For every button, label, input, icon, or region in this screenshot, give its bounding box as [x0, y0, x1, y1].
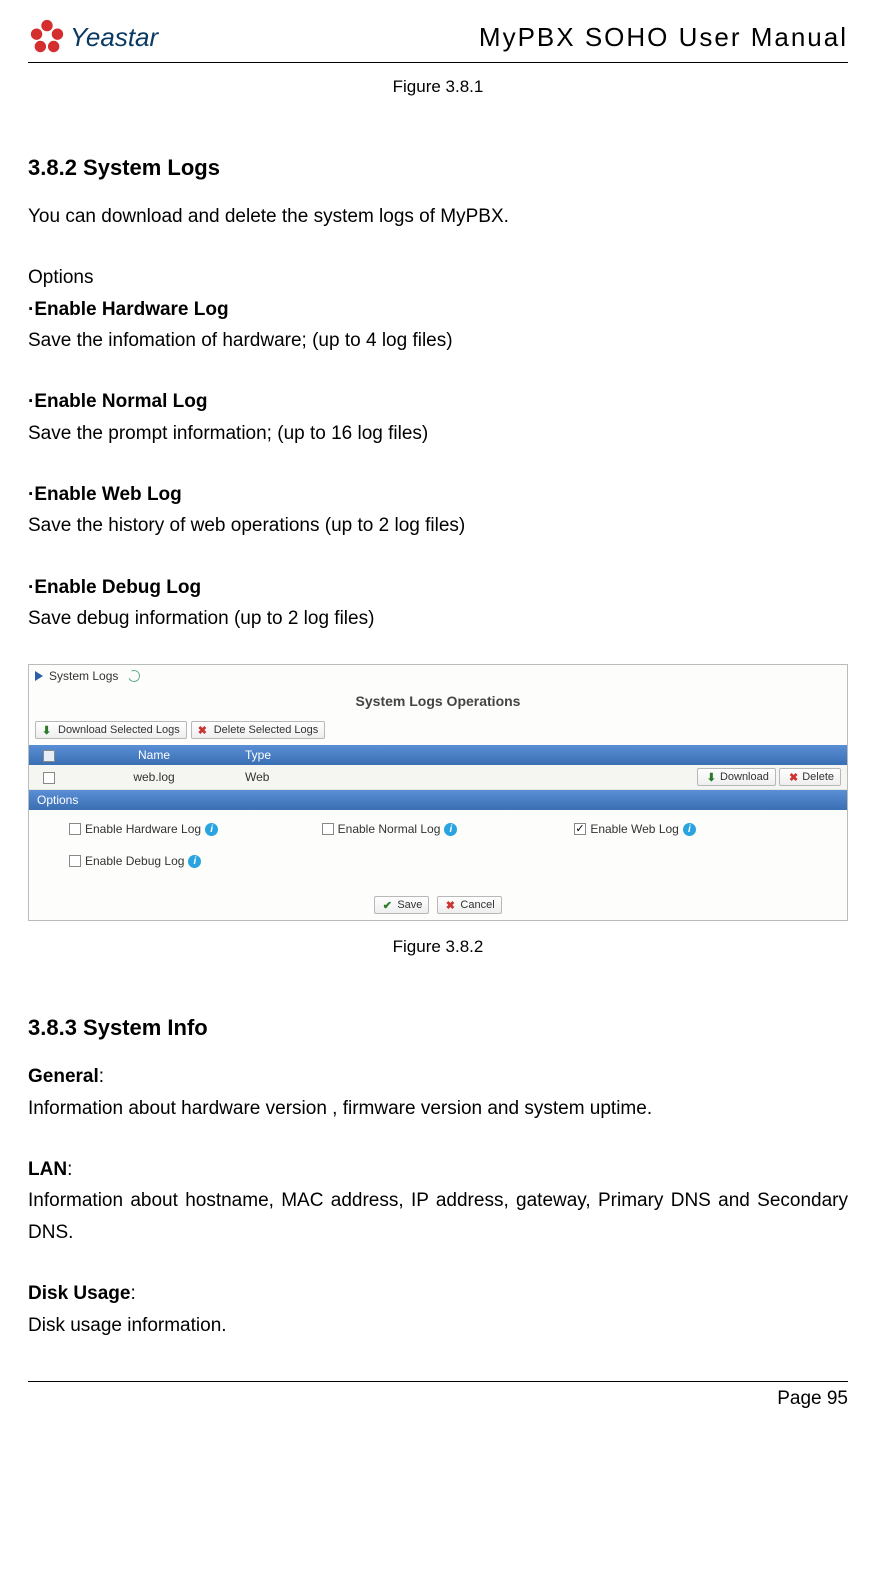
general-heading: General: — [28, 1061, 848, 1092]
figure-caption-2: Figure 3.8.2 — [28, 937, 848, 957]
info-icon[interactable]: i — [205, 823, 218, 836]
delete-selected-button[interactable]: ✖ Delete Selected Logs — [191, 721, 326, 739]
toolbar: ⬇ Download Selected Logs ✖ Delete Select… — [29, 719, 847, 745]
col-type: Type — [239, 745, 409, 765]
page-footer: Page 95 — [28, 1381, 848, 1410]
logs-table: Name Type web.log Web ⬇ Download ✖ Delet… — [29, 745, 847, 790]
section-heading-logs: 3.8.2 System Logs — [28, 155, 848, 181]
arrow-icon — [35, 671, 43, 681]
select-all-checkbox[interactable] — [43, 750, 55, 762]
check-icon: ✔ — [381, 899, 393, 911]
options-label: Options — [28, 262, 848, 293]
lan-heading: LAN: — [28, 1154, 848, 1185]
opt-hw-checkbox[interactable] — [69, 823, 81, 835]
row-delete-label: Delete — [802, 771, 834, 783]
opt-debug-title: ·Enable Debug Log — [28, 572, 848, 603]
opt-web-label: Enable Web Log — [590, 822, 679, 836]
download-icon: ⬇ — [42, 724, 54, 736]
delete-icon: ✖ — [198, 724, 210, 736]
system-logs-screenshot: System Logs System Logs Operations ⬇ Dow… — [28, 664, 848, 921]
screenshot-footer: ✔ Save ✖ Cancel — [29, 888, 847, 920]
opt-debug-desc: Save debug information (up to 2 log file… — [28, 603, 848, 634]
options-bar: Options — [29, 790, 847, 810]
opt-hw-title: ·Enable Hardware Log — [28, 294, 848, 325]
page-header: Yeastar MyPBX SOHO User Manual — [28, 18, 848, 63]
opt-hw-item: Enable Hardware Log i — [69, 822, 322, 836]
cancel-button[interactable]: ✖ Cancel — [437, 896, 501, 914]
breadcrumb-text: System Logs — [49, 669, 118, 683]
section-heading-info: 3.8.3 System Info — [28, 1015, 848, 1041]
delete-icon: ✖ — [786, 771, 798, 783]
save-button[interactable]: ✔ Save — [374, 896, 429, 914]
row-delete-button[interactable]: ✖ Delete — [779, 768, 841, 786]
panel-title: System Logs Operations — [29, 687, 847, 719]
general-text: Information about hardware version , fir… — [28, 1093, 848, 1124]
row-download-button[interactable]: ⬇ Download — [697, 768, 776, 786]
opt-hw-desc: Save the infomation of hardware; (up to … — [28, 325, 848, 356]
opt-debug-item: Enable Debug Log i — [69, 854, 322, 868]
download-selected-button[interactable]: ⬇ Download Selected Logs — [35, 721, 187, 739]
opt-debug-checkbox[interactable] — [69, 855, 81, 867]
figure-caption-1: Figure 3.8.1 — [28, 77, 848, 97]
col-name: Name — [69, 745, 239, 765]
opt-debug-label: Enable Debug Log — [85, 854, 184, 868]
opt-hw-label: Enable Hardware Log — [85, 822, 201, 836]
cancel-icon: ✖ — [444, 899, 456, 911]
table-row: web.log Web ⬇ Download ✖ Delete — [29, 765, 847, 790]
row-download-label: Download — [720, 771, 769, 783]
download-icon: ⬇ — [704, 771, 716, 783]
lan-text: Information about hostname, MAC address,… — [28, 1185, 848, 1248]
refresh-icon[interactable] — [127, 669, 142, 684]
cancel-label: Cancel — [460, 899, 494, 911]
opt-web-desc: Save the history of web operations (up t… — [28, 510, 848, 541]
breadcrumb-row: System Logs — [29, 665, 847, 687]
row-type: Web — [239, 765, 409, 790]
info-icon[interactable]: i — [444, 823, 457, 836]
document-title: MyPBX SOHO User Manual — [479, 22, 848, 53]
download-selected-label: Download Selected Logs — [58, 724, 180, 736]
opt-normal-item: Enable Normal Log i — [322, 822, 575, 836]
opt-web-title: ·Enable Web Log — [28, 479, 848, 510]
options-body: Enable Hardware Log i Enable Normal Log … — [29, 810, 847, 888]
disk-heading: Disk Usage: — [28, 1278, 848, 1309]
opt-normal-checkbox[interactable] — [322, 823, 334, 835]
info-icon[interactable]: i — [188, 855, 201, 868]
disk-text: Disk usage information. — [28, 1310, 848, 1341]
delete-selected-label: Delete Selected Logs — [214, 724, 319, 736]
info-icon[interactable]: i — [683, 823, 696, 836]
row-checkbox[interactable] — [43, 772, 55, 784]
opt-normal-desc: Save the prompt information; (up to 16 l… — [28, 418, 848, 449]
opt-normal-label: Enable Normal Log — [338, 822, 441, 836]
opt-web-item: Enable Web Log i — [574, 822, 827, 836]
row-name: web.log — [69, 765, 239, 790]
logo-text: Yeastar — [70, 22, 158, 53]
logo-flower-icon — [28, 18, 66, 56]
logo: Yeastar — [28, 18, 158, 56]
section-intro: You can download and delete the system l… — [28, 201, 848, 232]
save-label: Save — [397, 899, 422, 911]
table-header-row: Name Type — [29, 745, 847, 765]
opt-normal-title: ·Enable Normal Log — [28, 386, 848, 417]
opt-web-checkbox[interactable] — [574, 823, 586, 835]
